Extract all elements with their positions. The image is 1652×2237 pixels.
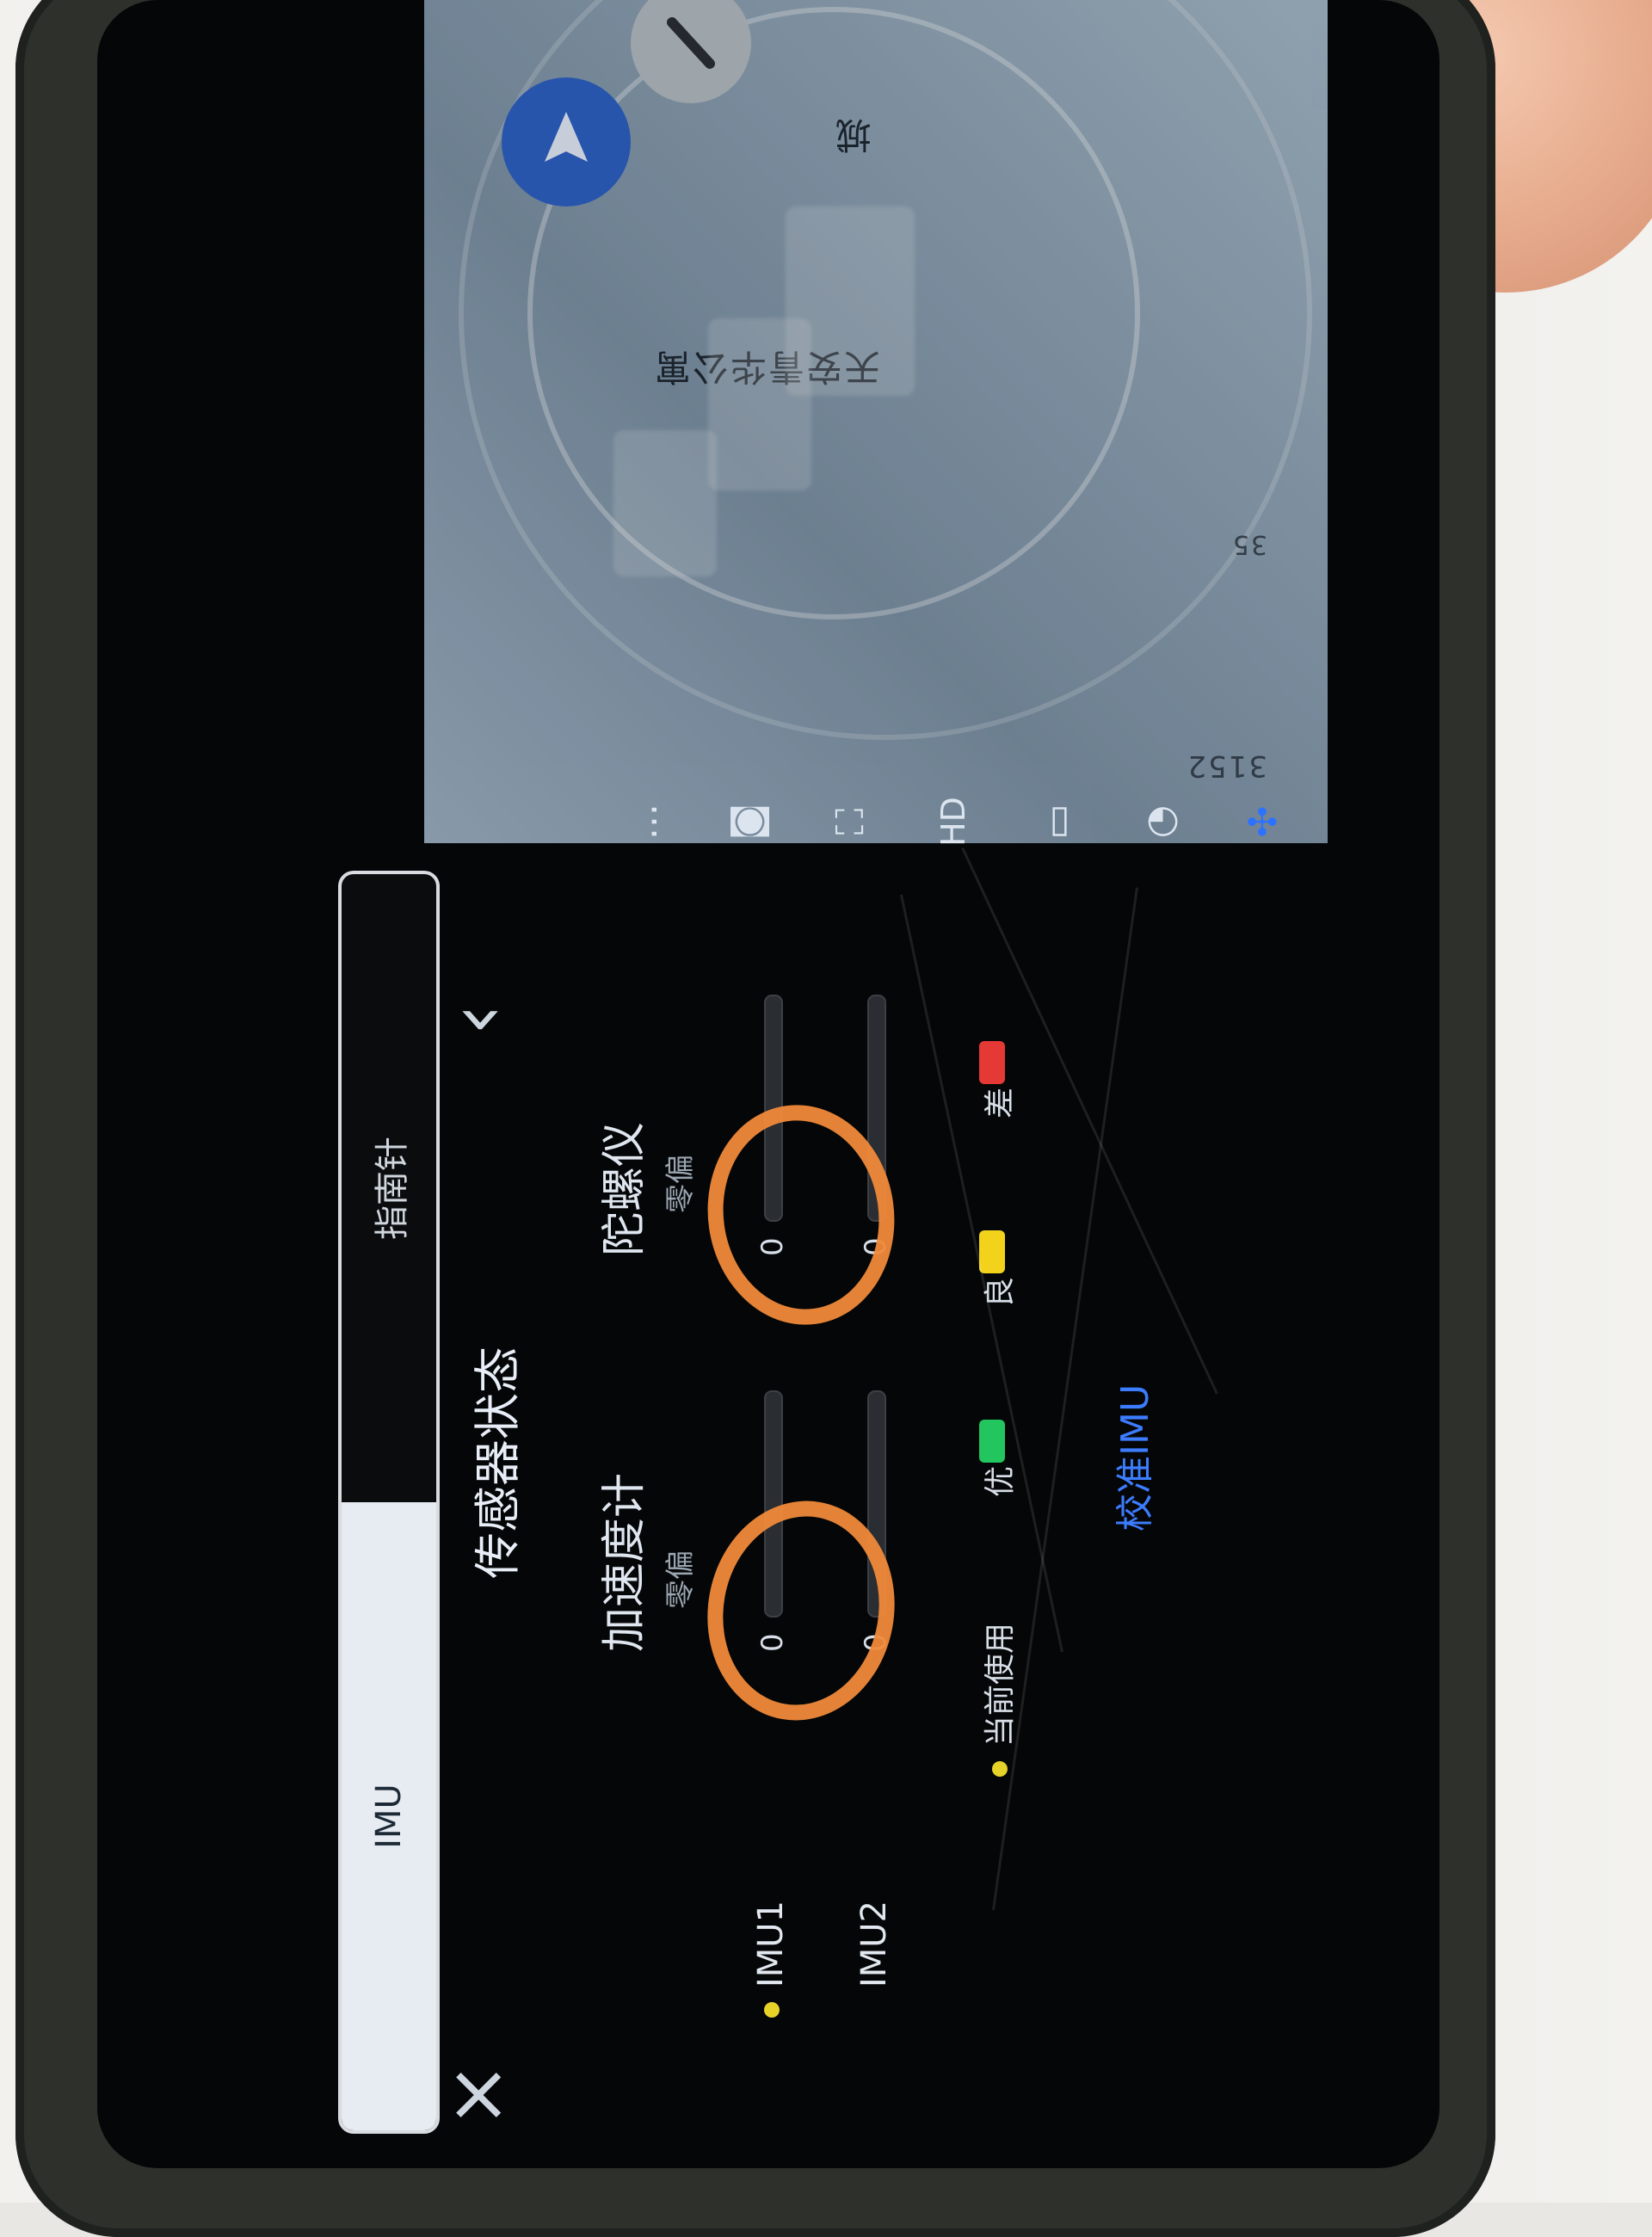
accel-subtitle: 零偏 <box>663 1550 698 1609</box>
map-road-label: 城 <box>833 114 872 156</box>
calibrate-imu-link[interactable]: 校准IMU <box>1104 1384 1159 1531</box>
hd-icon[interactable]: HD <box>923 792 983 852</box>
chevron-left-icon: ‹ <box>429 1003 522 1036</box>
tab-imu[interactable]: IMU <box>342 1502 436 2130</box>
rotated-ui: 天安青华公寓 城 3152 35 ✣ ◔ ▭ HD ⛶ ◙ ... IMU 指南… <box>97 0 1439 2168</box>
gyro-subtitle: 零偏 <box>663 1155 698 1213</box>
gyro-title: 陀螺仪 <box>599 1121 650 1256</box>
battery-icon[interactable]: ▭ <box>1026 792 1087 852</box>
tab-compass[interactable]: 指南针 <box>342 874 436 1502</box>
signal-icon[interactable]: ◔ <box>1130 792 1190 852</box>
compass-button[interactable] <box>631 0 751 103</box>
imu2-label: IMU2 <box>854 1900 894 1987</box>
page-title: 传感器状态 <box>470 1347 525 1579</box>
sensor-tabs: IMU 指南针 <box>338 871 440 2134</box>
map-distance-1: 3152 <box>1186 749 1267 783</box>
map-distance-2: 35 <box>1230 529 1267 559</box>
camera-mode-icon[interactable]: ⛶ <box>820 792 880 852</box>
imu1-label: IMU1 <box>751 1900 791 1987</box>
accel-title: 加速度计 <box>599 1472 650 1652</box>
legend-bad-text: 差 <box>983 1087 1018 1118</box>
camera-icon[interactable]: ◙ <box>717 792 777 852</box>
map-view[interactable]: 天安青华公寓 城 3152 35 <box>424 0 1328 843</box>
close-icon: × <box>429 2061 522 2129</box>
compass-needle-icon <box>667 17 715 69</box>
left-sidebar: ✣ ◔ ▭ HD ⛶ ◙ ... <box>97 797 1439 852</box>
legend-current: 当前使用 <box>983 1622 1018 1747</box>
navigation-icon <box>545 112 588 162</box>
phone-screen: 天安青华公寓 城 3152 35 ✣ ◔ ▭ HD ⛶ ◙ ... IMU 指南… <box>97 0 1439 2168</box>
current-use-dot <box>992 1761 1008 1777</box>
aircraft-icon[interactable]: ✣ <box>1233 792 1293 852</box>
screen-glare <box>613 430 717 576</box>
close-button[interactable]: × <box>430 2056 522 2134</box>
legend-good-text: 优 <box>983 1465 1018 1497</box>
legend-good-swatch <box>979 1420 1005 1463</box>
more-icon[interactable]: ... <box>613 792 674 852</box>
in-use-dot <box>764 2002 780 2018</box>
back-button[interactable]: ‹ <box>430 981 522 1058</box>
legend-bad-swatch <box>979 1041 1005 1084</box>
phone-body: 天安青华公寓 城 3152 35 ✣ ◔ ▭ HD ⛶ ◙ ... IMU 指南… <box>15 0 1495 2237</box>
location-button[interactable] <box>502 77 631 206</box>
legend-ok-swatch <box>979 1230 1005 1273</box>
screen-glare <box>786 206 915 396</box>
sensor-status-panel: IMU 指南针 ‹ 传感器状态 × 加速度计 零偏 陀螺仪 零偏 IMU1 0 … <box>330 860 1439 2168</box>
